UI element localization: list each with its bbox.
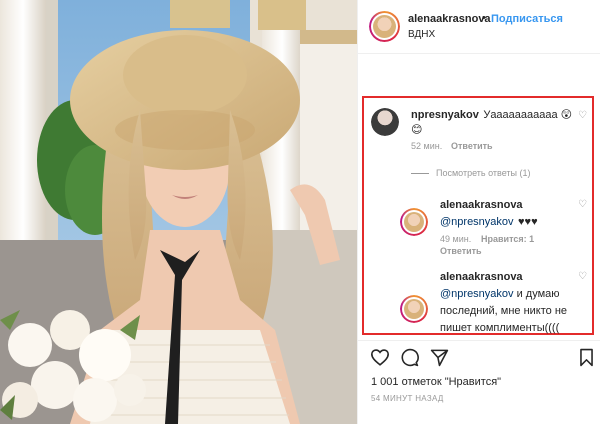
comment-reply-button[interactable]: Ответить bbox=[451, 141, 493, 151]
post-header: alenaakrasnova • Подписаться ВДНХ bbox=[358, 0, 600, 54]
reply-text: ♥♥♥ bbox=[518, 216, 538, 228]
post-actions: 1 001 отметок "Нравится" 54 МИНУТ НАЗАД bbox=[358, 340, 600, 424]
view-replies-button[interactable]: Посмотреть ответы (1) bbox=[436, 168, 531, 178]
comment-emoji: 😊 bbox=[411, 124, 423, 136]
comment-username[interactable]: npresnyakov bbox=[411, 109, 479, 121]
comment-icon[interactable] bbox=[400, 348, 419, 367]
author-avatar[interactable] bbox=[369, 11, 400, 42]
replies-line bbox=[411, 173, 429, 174]
comment-like-heart-icon[interactable]: ♡ bbox=[578, 110, 587, 121]
reply-username[interactable]: alenaakrasnova bbox=[440, 271, 523, 283]
comments-highlight-box: npresnyakov Уааааааааааа 😲 😊 ♡ 52 мин. О… bbox=[362, 96, 594, 335]
share-icon[interactable] bbox=[430, 348, 449, 367]
likes-count[interactable]: 1 001 отметок "Нравится" bbox=[371, 376, 501, 388]
reply-like-heart-icon[interactable]: ♡ bbox=[578, 271, 587, 282]
reply-time: 49 мин. bbox=[440, 234, 472, 244]
photo-illustration bbox=[0, 0, 357, 424]
reply-like-heart-icon[interactable]: ♡ bbox=[578, 199, 587, 210]
post-location[interactable]: ВДНХ bbox=[408, 29, 435, 40]
comment-time: 52 мин. bbox=[411, 141, 443, 151]
post-details-panel: alenaakrasnova • Подписаться ВДНХ npresn… bbox=[357, 0, 600, 424]
post-timestamp: 54 МИНУТ НАЗАД bbox=[371, 394, 444, 403]
author-username[interactable]: alenaakrasnova bbox=[408, 13, 491, 25]
comment-text: Уааааааааааа 😲 bbox=[483, 109, 573, 121]
like-heart-icon[interactable] bbox=[370, 348, 390, 366]
reply-text-part-b: последний, мне никто не bbox=[440, 305, 568, 317]
post-photo[interactable] bbox=[0, 0, 357, 424]
reply-reply-button[interactable]: Ответить bbox=[440, 246, 482, 256]
reply-mention-link[interactable]: @npresnyakov bbox=[440, 288, 514, 300]
reply-username[interactable]: alenaakrasnova bbox=[440, 199, 523, 211]
reply-author-avatar[interactable] bbox=[400, 208, 428, 236]
commenter-avatar[interactable] bbox=[371, 108, 399, 136]
bookmark-icon[interactable] bbox=[579, 348, 594, 367]
separator-dot: • bbox=[482, 12, 486, 24]
reply-likes-count[interactable]: Нравится: 1 bbox=[481, 234, 534, 244]
reply-author-avatar[interactable] bbox=[400, 295, 428, 323]
follow-button[interactable]: Подписаться bbox=[491, 13, 563, 25]
reply-mention-link[interactable]: @npresnyakov bbox=[440, 216, 514, 228]
reply-text-part-a: и думаю bbox=[513, 288, 560, 300]
reply-text-part-c: пишет комплименты(((( bbox=[440, 322, 560, 334]
